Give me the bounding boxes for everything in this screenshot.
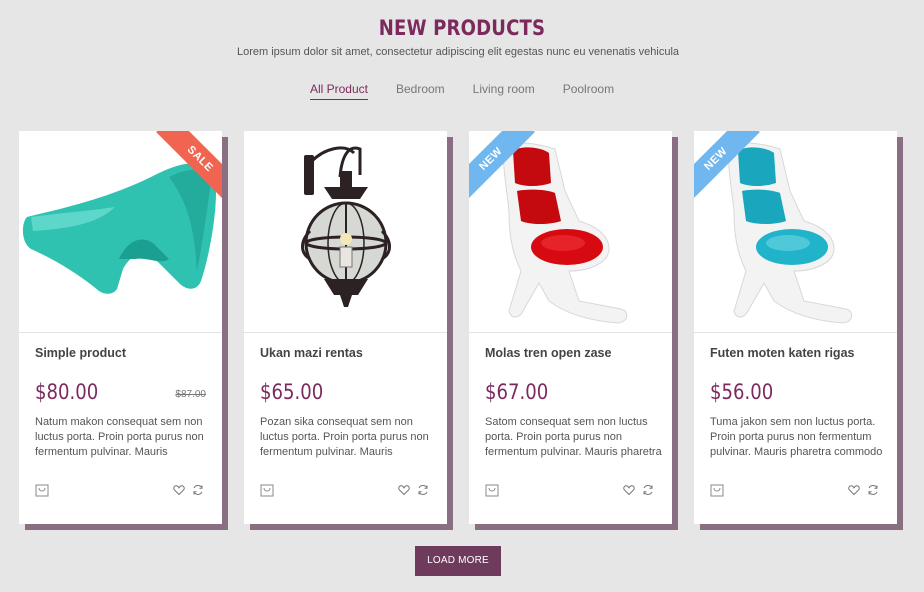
product-card: NEW Futen moten katen rigas $56.00 Tuma … xyxy=(694,131,903,530)
heart-icon[interactable] xyxy=(848,484,860,496)
product-name[interactable]: Molas tren open zase xyxy=(485,346,611,360)
tab-living-room[interactable]: Living room xyxy=(473,82,535,100)
product-name[interactable]: Ukan mazi rentas xyxy=(260,346,363,360)
product-old-price: $87.00 xyxy=(175,389,206,400)
product-description: Natum makon consequat sem non luctus por… xyxy=(35,416,204,458)
product-image[interactable] xyxy=(244,131,447,333)
shopping-bag-icon[interactable] xyxy=(260,483,274,497)
product-card: SALE Simple product $80.00 $87.00 Natum … xyxy=(19,131,228,530)
tab-all-product[interactable]: All Product xyxy=(309,82,368,100)
product-card: Ukan mazi rentas $65.00 Pozan sika conse… xyxy=(244,131,453,530)
product-description: Satom consequat sem non luctus porta. Pr… xyxy=(485,416,662,458)
product-name[interactable]: Simple product xyxy=(35,346,126,360)
wall-lantern-icon xyxy=(301,146,391,307)
tab-poolroom[interactable]: Poolroom xyxy=(563,82,614,100)
section-subtitle: Lorem ipsum dolor sit amet, consectetur … xyxy=(236,46,680,58)
product-description: Tuma jakon sem non luctus porta. Proin p… xyxy=(710,416,883,458)
shopping-bag-icon[interactable] xyxy=(710,483,724,497)
product-image[interactable]: SALE xyxy=(19,131,222,333)
product-image[interactable]: NEW xyxy=(694,131,897,333)
shopping-bag-icon[interactable] xyxy=(35,483,49,497)
product-name[interactable]: Futen moten katen rigas xyxy=(710,346,854,360)
compare-icon[interactable] xyxy=(642,484,654,496)
heart-icon[interactable] xyxy=(173,484,185,496)
compare-icon[interactable] xyxy=(192,484,204,496)
tab-bedroom[interactable]: Bedroom xyxy=(396,82,445,100)
category-tabs: All Product Bedroom Living room Poolroom xyxy=(0,82,924,100)
product-card: NEW Molas tren open zase $67.00 Satom co… xyxy=(469,131,678,530)
compare-icon[interactable] xyxy=(867,484,879,496)
product-image[interactable]: NEW xyxy=(469,131,672,333)
product-description: Pozan sika consequat sem non luctus port… xyxy=(260,416,429,458)
section-title: NEW PRODUCTS xyxy=(378,16,546,40)
heart-icon[interactable] xyxy=(623,484,635,496)
heart-icon[interactable] xyxy=(398,484,410,496)
product-price: $56.00 xyxy=(710,380,774,404)
product-price: $65.00 xyxy=(260,380,324,404)
product-price: $80.00 xyxy=(35,380,99,404)
shopping-bag-icon[interactable] xyxy=(485,483,499,497)
product-price: $67.00 xyxy=(485,380,549,404)
load-more-button[interactable]: LOAD MORE xyxy=(415,546,501,576)
compare-icon[interactable] xyxy=(417,484,429,496)
